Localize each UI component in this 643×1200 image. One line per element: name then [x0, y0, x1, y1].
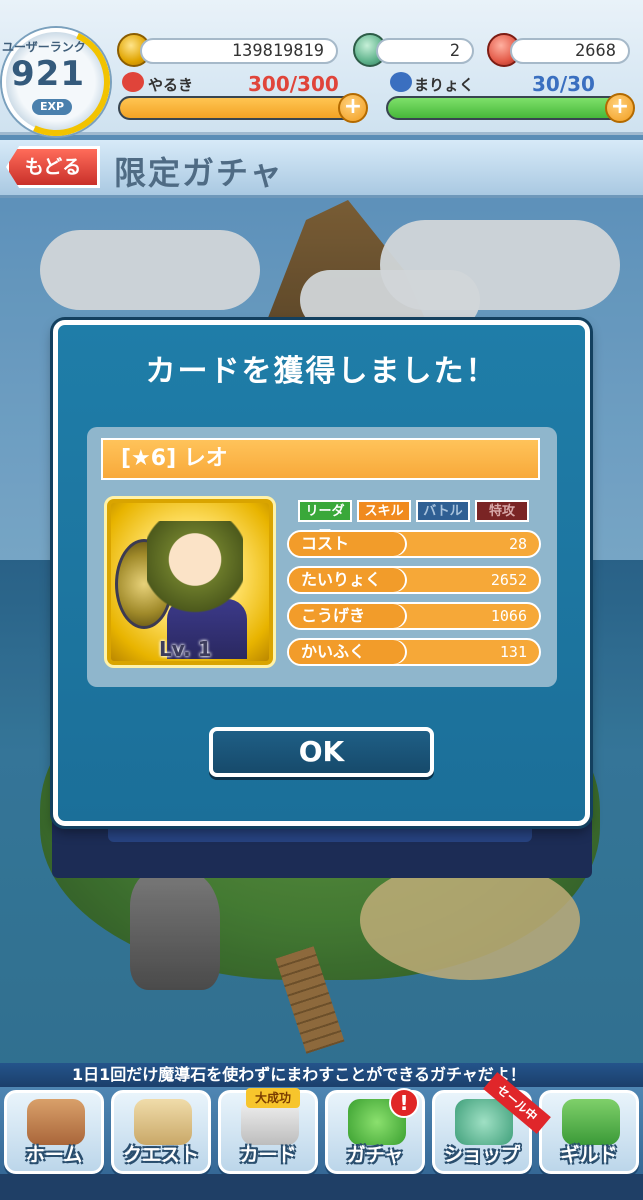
mana-gauge-fill: [388, 98, 624, 118]
stat-value: 131: [499, 643, 527, 661]
add-stamina-button[interactable]: +: [338, 93, 368, 123]
card-level: Lv. 1: [159, 637, 212, 661]
stamina-gauge: [118, 96, 358, 120]
ok-button[interactable]: OK: [209, 727, 434, 777]
exp-label: EXP: [32, 99, 72, 115]
card-portrait[interactable]: Lv. 1: [104, 496, 276, 668]
info-ticker: 1日1回だけ魔導石を使わずにまわすことができるガチャだよ！: [0, 1063, 643, 1087]
stamina-icon: [122, 72, 144, 92]
nav-label: ホーム: [25, 1144, 83, 1166]
stat-row-hp: たいりょく 2652: [287, 566, 541, 594]
nav-guild-button[interactable]: ギルド: [539, 1090, 639, 1174]
nav-home-button[interactable]: ホーム: [4, 1090, 104, 1174]
coin-count: 139819819: [140, 38, 338, 64]
mana-gauge: [386, 96, 626, 120]
rank-label: ユーザーランク: [2, 40, 86, 54]
map-icon: [134, 1099, 192, 1145]
gacha-alert-badge: !: [389, 1088, 419, 1118]
stat-row-attack: こうげき 1066: [287, 602, 541, 630]
nav-label: クエスト: [122, 1144, 199, 1166]
house-icon: [27, 1099, 85, 1145]
stat-label: コスト: [289, 532, 405, 556]
add-mana-button[interactable]: +: [605, 93, 635, 123]
mana-icon: [390, 72, 412, 92]
stamina-value: 300/300: [248, 72, 339, 96]
tag-skill: スキル: [357, 500, 411, 522]
mana-value: 30/30: [532, 72, 595, 96]
stamina-label: やるき: [148, 76, 194, 94]
stat-row-recovery: かいふく 131: [287, 638, 541, 666]
ticket-count: 2668: [510, 38, 630, 64]
card-success-badge: 大成功: [246, 1088, 300, 1108]
stat-value: 1066: [490, 607, 527, 625]
back-button[interactable]: もどる: [6, 146, 100, 188]
guild-icon: [562, 1099, 620, 1145]
nav-quest-button[interactable]: クエスト: [111, 1090, 211, 1174]
stat-label: こうげき: [289, 604, 405, 628]
nav-label: ガチャ: [346, 1144, 404, 1166]
magic-stone-count: 2: [376, 38, 474, 64]
stat-label: たいりょく: [289, 568, 405, 592]
nav-label: ギルド: [560, 1144, 618, 1166]
stat-row-cost: コスト 28: [287, 530, 541, 558]
nav-label: カード: [239, 1144, 297, 1166]
tag-battle: バトル: [416, 500, 470, 522]
mana-label: まりょく: [414, 76, 475, 94]
stat-value: 28: [508, 535, 527, 553]
nav-label: ショップ: [443, 1144, 520, 1166]
stat-value: 2652: [490, 571, 527, 589]
character-head-image: [147, 521, 243, 631]
card-name: [★6] レオ: [101, 438, 540, 480]
bottom-strip: [0, 1174, 643, 1200]
rank-value: 921: [11, 54, 85, 94]
tag-leader: リーダー: [298, 500, 352, 539]
stamina-gauge-fill: [120, 98, 356, 118]
page-title: 限定ガチャ: [114, 154, 284, 192]
dialog-title: カードを獲得しました！: [145, 354, 498, 389]
tag-special-attack: 特攻: [475, 500, 529, 522]
stat-label: かいふく: [289, 640, 405, 664]
